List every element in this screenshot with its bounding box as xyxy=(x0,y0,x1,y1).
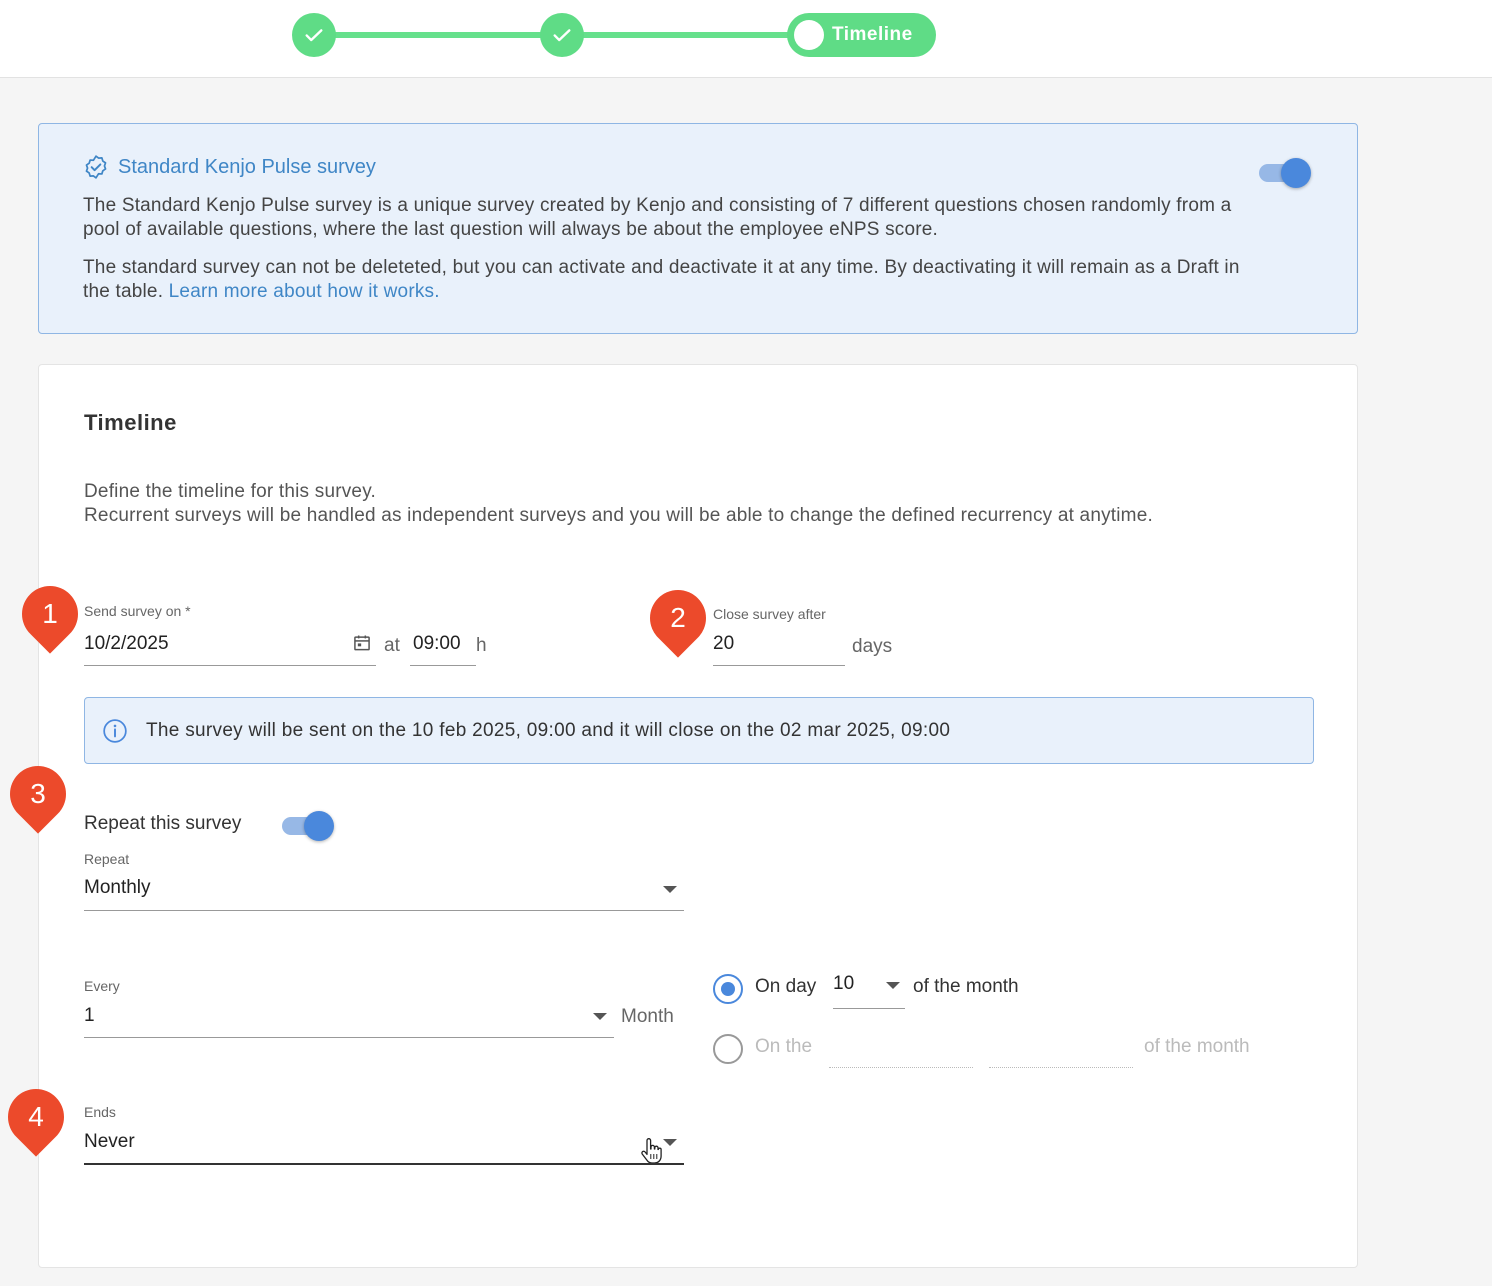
timeline-description: Define the timeline for this survey. Rec… xyxy=(84,480,1244,528)
step-2-done[interactable] xyxy=(540,13,584,57)
repeat-survey-toggle[interactable] xyxy=(282,809,336,841)
annotation-marker-2-number: 2 xyxy=(670,602,686,633)
timeline-summary-text: The survey will be sent on the 10 feb 20… xyxy=(146,719,951,741)
days-label: days xyxy=(852,636,893,657)
send-date-underline xyxy=(84,665,376,666)
every-label: Every xyxy=(84,978,120,994)
close-survey-label: Close survey after xyxy=(713,606,826,622)
chevron-down-icon xyxy=(886,982,900,989)
repeat-select-label: Repeat xyxy=(84,851,130,867)
annotation-marker-2: 2 xyxy=(638,578,718,658)
chevron-down-icon xyxy=(663,1139,677,1146)
step-3-timeline[interactable]: Timeline xyxy=(787,13,936,57)
learn-more-link[interactable]: Learn more about how it works. xyxy=(169,281,440,302)
ends-select[interactable]: Never xyxy=(84,1131,684,1165)
ends-select-underline-focused xyxy=(84,1163,684,1165)
every-select-value: 1 xyxy=(84,1005,95,1026)
repeat-survey-label: Repeat this survey xyxy=(84,813,242,834)
weekday-select-disabled[interactable] xyxy=(989,1067,1133,1068)
send-time-underline xyxy=(410,665,476,666)
verified-badge-icon xyxy=(85,155,107,179)
send-date-value: 10/2/2025 xyxy=(84,633,169,654)
timeline-desc-line-1: Define the timeline for this survey. xyxy=(84,481,376,502)
annotation-marker-3: 3 xyxy=(0,754,78,834)
ends-label: Ends xyxy=(84,1104,116,1120)
current-step-dot xyxy=(794,20,824,50)
close-days-underline xyxy=(713,665,845,666)
annotation-marker-1-number: 1 xyxy=(42,598,58,629)
timeline-card: Timeline Define the timeline for this su… xyxy=(38,364,1358,1268)
toggle-knob xyxy=(304,811,334,841)
send-survey-label: Send survey on * xyxy=(84,603,191,619)
toggle-knob xyxy=(1281,158,1311,188)
ordinal-select-disabled[interactable] xyxy=(829,1067,973,1068)
every-select[interactable]: 1 xyxy=(84,1005,614,1037)
standard-survey-header: Standard Kenjo Pulse survey xyxy=(83,154,376,180)
standard-survey-toggle[interactable] xyxy=(1259,156,1313,188)
day-of-month-value: 10 xyxy=(833,973,855,994)
step-1-done[interactable] xyxy=(292,13,336,57)
on-the-label: On the xyxy=(755,1036,813,1057)
annotation-marker-4-number: 4 xyxy=(28,1101,44,1132)
of-the-month-label-2: of the month xyxy=(1144,1036,1250,1057)
timeline-title: Timeline xyxy=(84,410,177,435)
day-of-month-select[interactable]: 10 xyxy=(833,973,905,1007)
info-icon xyxy=(103,718,127,743)
chevron-down-icon xyxy=(663,886,677,893)
send-time-input[interactable]: 09:00 xyxy=(413,633,461,655)
close-days-input[interactable]: 20 xyxy=(713,633,734,655)
hand-pointer-cursor-icon xyxy=(641,1138,662,1164)
standard-survey-paragraph-1: The Standard Kenjo Pulse survey is a uni… xyxy=(83,195,1232,240)
send-date-field[interactable]: 10/2/2025 xyxy=(84,633,376,667)
stepper-line-2 xyxy=(578,32,793,38)
of-the-month-label: of the month xyxy=(913,976,1019,997)
timeline-desc-line-2: Recurrent surveys will be handled as ind… xyxy=(84,505,1153,526)
every-select-underline xyxy=(84,1037,614,1038)
check-icon xyxy=(305,29,323,42)
standard-survey-card: Standard Kenjo Pulse survey The Standard… xyxy=(38,123,1358,334)
hour-suffix: h xyxy=(476,635,487,656)
check-icon xyxy=(553,29,571,42)
month-label: Month xyxy=(621,1006,674,1027)
standard-survey-title: Standard Kenjo Pulse survey xyxy=(118,155,376,178)
on-the-radio[interactable] xyxy=(713,1034,743,1064)
repeat-select-value: Monthly xyxy=(84,877,151,898)
at-label: at xyxy=(384,635,400,656)
step-3-label: Timeline xyxy=(832,24,913,45)
on-day-radio[interactable] xyxy=(713,974,743,1004)
standard-survey-paragraph-2: The standard survey can not be deleteted… xyxy=(83,256,1263,304)
annotation-marker-1: 1 xyxy=(10,574,90,654)
calendar-icon[interactable] xyxy=(352,633,372,653)
ends-select-value: Never xyxy=(84,1131,135,1152)
stepper-line-1 xyxy=(330,32,545,38)
repeat-select-underline xyxy=(84,910,684,911)
chevron-down-icon xyxy=(593,1013,607,1020)
stepper-bar: Timeline xyxy=(0,0,1492,78)
on-day-label: On day xyxy=(755,976,817,997)
timeline-summary-box: The survey will be sent on the 10 feb 20… xyxy=(84,697,1314,764)
repeat-select[interactable]: Monthly xyxy=(84,877,684,911)
day-of-month-underline xyxy=(833,1008,905,1009)
annotation-marker-3-number: 3 xyxy=(30,778,46,809)
